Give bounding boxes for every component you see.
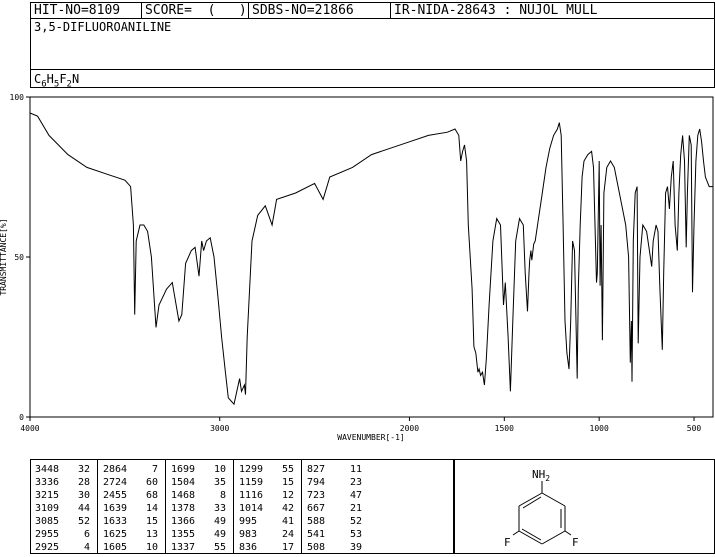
peak-transmittance: 53	[349, 529, 362, 540]
peak-transmittance: 60	[145, 477, 158, 488]
ir-spectrum-chart: 0 50 100 4000 3000 2000 1500 1000 500 WAVENUMBE…	[0, 93, 714, 442]
peak-transmittance: 8	[219, 490, 226, 501]
peak-wavenumber: 3215	[35, 490, 60, 501]
peak-transmittance: 52	[77, 516, 90, 527]
peak-wavenumber: 983	[239, 529, 258, 540]
peak-transmittance: 12	[281, 490, 294, 501]
x-axis-ticks: 4000 3000 2000 1500 1000 500	[20, 417, 701, 433]
x-axis-label: WAVENUMBER[-1]	[337, 433, 404, 442]
peak-wavenumber: 1299	[239, 464, 264, 475]
peak-wavenumber: 1633	[103, 516, 128, 527]
peak-wavenumber: 794	[307, 477, 326, 488]
peak-transmittance: 42	[281, 503, 294, 514]
peak-wavenumber: 1159	[239, 477, 264, 488]
fluorine-left-label: F	[504, 536, 511, 549]
peak-wavenumber: 1625	[103, 529, 128, 540]
peak-transmittance: 28	[77, 477, 90, 488]
peak-transmittance: 14	[145, 503, 158, 514]
peak-transmittance: 52	[349, 516, 362, 527]
peak-transmittance: 55	[281, 464, 294, 475]
spectrum-line	[29, 112, 713, 406]
peak-transmittance: 39	[349, 542, 362, 553]
peak-table-column: 1699 10 1504 35 1468 8 1378 33 1366 49 1355 49 1337 5…	[166, 460, 234, 553]
peak-transmittance: 32	[77, 464, 90, 475]
peak-table-column: 3448 32 3336 28 3215 30 3109 44 3085 52 2955 6 2925 4	[30, 460, 98, 553]
peak-transmittance: 15	[145, 516, 158, 527]
peak-wavenumber: 588	[307, 516, 326, 527]
x-tick-label: 3000	[210, 424, 229, 433]
peak-transmittance: 6	[83, 529, 90, 540]
peak-wavenumber: 2724	[103, 477, 128, 488]
peak-transmittance: 47	[349, 490, 362, 501]
y-tick-label: 100	[10, 93, 25, 102]
peak-transmittance: 49	[213, 529, 226, 540]
x-tick-label: 1500	[495, 424, 514, 433]
y-axis-label: TRANSMITTANCE[%]	[0, 218, 8, 295]
peak-wavenumber: 2455	[103, 490, 128, 501]
peak-table-column: 1299 55 1159 15 1116 12 1014 42 995 41 983 24 836 17	[234, 460, 302, 553]
peak-wavenumber: 508	[307, 542, 326, 553]
structure-box: NH2 F F	[454, 459, 715, 554]
peak-transmittance: 11	[349, 464, 362, 475]
peak-transmittance: 4	[83, 542, 90, 553]
x-tick-label: 2000	[400, 424, 419, 433]
peak-wavenumber: 1014	[239, 503, 264, 514]
peak-transmittance: 7	[151, 464, 158, 475]
peak-transmittance: 30	[77, 490, 90, 501]
molecule-structure: NH2 F F	[504, 468, 579, 549]
peak-wavenumber: 1116	[239, 490, 264, 501]
peak-wavenumber: 1639	[103, 503, 128, 514]
peak-transmittance: 33	[213, 503, 226, 514]
peak-wavenumber: 1699	[171, 464, 196, 475]
y-axis-ticks: 0 50 100	[10, 93, 30, 422]
peak-table-column: 827 11 794 23 723 47 667 21 588 52 541 53 508 39	[302, 460, 452, 553]
nh2-label: NH2	[532, 468, 550, 483]
y-tick-label: 50	[14, 253, 24, 262]
peak-wavenumber: 3085	[35, 516, 60, 527]
peak-transmittance: 24	[281, 529, 294, 540]
peak-transmittance: 23	[349, 477, 362, 488]
peak-wavenumber: 2925	[35, 542, 60, 553]
x-tick-label: 1000	[590, 424, 609, 433]
peak-transmittance: 55	[213, 542, 226, 553]
peak-wavenumber: 3336	[35, 477, 60, 488]
peak-transmittance: 13	[145, 529, 158, 540]
peak-wavenumber: 1504	[171, 477, 196, 488]
peak-wavenumber: 995	[239, 516, 258, 527]
peak-wavenumber: 2955	[35, 529, 60, 540]
peak-wavenumber: 1378	[171, 503, 196, 514]
plot-frame	[29, 96, 714, 418]
peak-wavenumber: 3448	[35, 464, 60, 475]
peak-transmittance: 21	[349, 503, 362, 514]
peak-wavenumber: 1355	[171, 529, 196, 540]
peak-transmittance: 35	[213, 477, 226, 488]
peak-transmittance: 10	[213, 464, 226, 475]
x-tick-label: 500	[687, 424, 702, 433]
peak-wavenumber: 541	[307, 529, 326, 540]
peak-transmittance: 49	[213, 516, 226, 527]
peak-wavenumber: 836	[239, 542, 258, 553]
peak-transmittance: 44	[77, 503, 90, 514]
peak-transmittance: 41	[281, 516, 294, 527]
peak-wavenumber: 1605	[103, 542, 128, 553]
peak-wavenumber: 723	[307, 490, 326, 501]
peak-table-column: 2864 7 2724 60 2455 68 1639 14 1633 15 1625 13 1605 1…	[98, 460, 166, 553]
y-tick-label: 0	[19, 413, 24, 422]
peak-wavenumber: 1366	[171, 516, 196, 527]
peak-table-content: 3448 32 3336 28 3215 30 3109 44 3085 52 2955 6 2925 4…	[30, 460, 454, 553]
peak-wavenumber: 827	[307, 464, 326, 475]
peak-transmittance: 17	[281, 542, 294, 553]
peak-transmittance: 10	[145, 542, 158, 553]
peak-wavenumber: 1468	[171, 490, 196, 501]
peak-transmittance: 15	[281, 477, 294, 488]
peak-wavenumber: 2864	[103, 464, 128, 475]
fluorine-right-label: F	[572, 536, 579, 549]
x-tick-label: 4000	[20, 424, 39, 433]
peak-wavenumber: 667	[307, 503, 326, 514]
peak-wavenumber: 3109	[35, 503, 60, 514]
peak-transmittance: 68	[145, 490, 158, 501]
peak-wavenumber: 1337	[171, 542, 196, 553]
